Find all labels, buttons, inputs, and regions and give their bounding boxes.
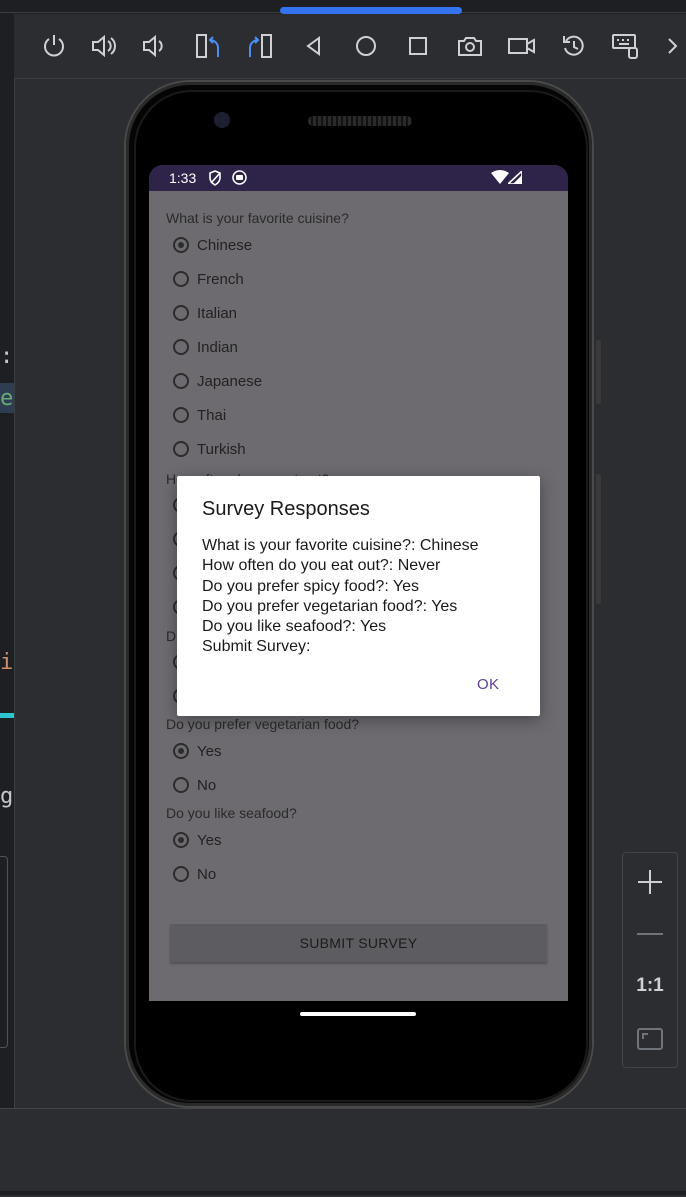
option-label: Japanese bbox=[197, 372, 263, 390]
screenshot-icon[interactable] bbox=[454, 30, 486, 62]
option-label: Chinese bbox=[197, 236, 253, 254]
snapshot-icon[interactable] bbox=[558, 30, 590, 62]
device-side-button[interactable] bbox=[596, 340, 601, 404]
option-label: No bbox=[197, 776, 217, 794]
dialog-title: Survey Responses bbox=[202, 498, 370, 520]
zoom-in-icon[interactable] bbox=[623, 865, 677, 899]
option-indian[interactable]: Indian bbox=[173, 335, 238, 359]
zoom-out-icon[interactable] bbox=[623, 919, 677, 949]
survey-responses-dialog: Survey Responses What is your favorite c… bbox=[177, 476, 540, 716]
option-french[interactable]: French bbox=[173, 267, 244, 291]
radio-unchecked-icon[interactable] bbox=[173, 271, 189, 287]
cell-signal-icon bbox=[505, 169, 523, 187]
radio-unchecked-icon[interactable] bbox=[173, 777, 189, 793]
fit-screen-icon[interactable] bbox=[623, 1023, 677, 1055]
wifi-icon bbox=[491, 170, 509, 187]
editor-fragment: i bbox=[0, 650, 14, 675]
option-turkish[interactable]: Turkish bbox=[173, 437, 246, 461]
bottom-tool-window-bar bbox=[0, 1108, 686, 1197]
emulator-toolbar bbox=[14, 14, 686, 79]
zoom-controls: 1:1 bbox=[622, 852, 678, 1068]
response-line: Do you prefer vegetarian food?: Yes bbox=[202, 597, 458, 615]
rotate-left-icon[interactable] bbox=[192, 30, 224, 62]
radio-unchecked-icon[interactable] bbox=[173, 866, 189, 882]
option-vegetarian-no[interactable]: No bbox=[173, 773, 216, 797]
radio-checked-icon[interactable] bbox=[173, 237, 189, 253]
option-italian[interactable]: Italian bbox=[173, 301, 237, 325]
response-line: Submit Survey: bbox=[202, 638, 311, 656]
option-seafood-no[interactable]: No bbox=[173, 862, 216, 886]
actual-size-button[interactable]: 1:1 bbox=[623, 971, 677, 1001]
gesture-nav-handle[interactable] bbox=[300, 1012, 416, 1016]
option-vegetarian-yes[interactable]: Yes bbox=[173, 739, 221, 763]
radio-checked-icon[interactable] bbox=[173, 743, 189, 759]
status-bar: 1:33 bbox=[149, 165, 568, 191]
question-cuisine: What is your favorite cuisine? bbox=[166, 210, 349, 226]
radio-unchecked-icon[interactable] bbox=[173, 339, 189, 355]
home-icon[interactable] bbox=[350, 30, 382, 62]
tab-scroll-thumb[interactable] bbox=[280, 7, 462, 14]
radio-unchecked-icon[interactable] bbox=[173, 305, 189, 321]
screen-record-icon[interactable] bbox=[506, 30, 538, 62]
option-label: Italian bbox=[197, 304, 238, 322]
editor-caret-line bbox=[0, 713, 14, 718]
question-spicy: D bbox=[166, 628, 177, 644]
option-label: Yes bbox=[197, 742, 222, 760]
back-icon[interactable] bbox=[298, 30, 330, 62]
response-line: Do you prefer spicy food?: Yes bbox=[202, 577, 420, 595]
status-time: 1:33 bbox=[169, 170, 197, 186]
radio-checked-icon[interactable] bbox=[173, 832, 189, 848]
question-vegetarian: Do you prefer vegetarian food? bbox=[166, 716, 360, 732]
volume-up-icon[interactable] bbox=[88, 30, 120, 62]
bottom-edge bbox=[0, 1191, 686, 1195]
editor-pane-edge: : e i g bbox=[0, 14, 15, 1108]
window-top-strip bbox=[0, 0, 686, 14]
rotate-right-icon[interactable] bbox=[244, 30, 276, 62]
earpiece-speaker bbox=[308, 116, 412, 126]
notification-icon bbox=[232, 170, 247, 188]
editor-fragment: : bbox=[0, 344, 14, 369]
volume-down-icon[interactable] bbox=[138, 30, 170, 62]
option-japanese[interactable]: Japanese bbox=[173, 369, 262, 393]
radio-unchecked-icon[interactable] bbox=[173, 441, 189, 457]
question-seafood: Do you like seafood? bbox=[166, 805, 297, 821]
option-thai[interactable]: Thai bbox=[173, 403, 226, 427]
option-label: Indian bbox=[197, 338, 238, 356]
option-label: Turkish bbox=[197, 440, 246, 458]
more-icon[interactable] bbox=[662, 30, 682, 62]
option-label: No bbox=[197, 865, 217, 883]
device-volume-button[interactable] bbox=[596, 474, 601, 604]
response-line: How often do you eat out?: Never bbox=[202, 557, 441, 575]
option-label: Yes bbox=[197, 831, 222, 849]
response-line: Do you like seafood?: Yes bbox=[202, 618, 387, 636]
submit-survey-button[interactable]: SUBMIT SURVEY bbox=[170, 924, 547, 962]
front-camera bbox=[214, 112, 230, 128]
dialog-message: What is your favorite cuisine?: Chinese … bbox=[202, 536, 479, 658]
option-chinese[interactable]: Chinese bbox=[173, 233, 252, 257]
response-line: What is your favorite cuisine?: Chinese bbox=[202, 537, 479, 554]
shield-icon bbox=[208, 170, 222, 189]
overview-icon[interactable] bbox=[402, 30, 434, 62]
option-label: French bbox=[197, 270, 244, 288]
radio-unchecked-icon[interactable] bbox=[173, 407, 189, 423]
editor-panel-border bbox=[0, 856, 8, 1048]
editor-fragment: g bbox=[0, 784, 14, 809]
power-icon[interactable] bbox=[38, 30, 70, 62]
option-label: Thai bbox=[197, 406, 227, 424]
editor-fragment: e bbox=[0, 386, 14, 411]
radio-unchecked-icon[interactable] bbox=[173, 373, 189, 389]
ok-button[interactable]: OK bbox=[477, 676, 499, 693]
option-seafood-yes[interactable]: Yes bbox=[173, 828, 221, 852]
extended-controls-icon[interactable] bbox=[610, 30, 642, 62]
